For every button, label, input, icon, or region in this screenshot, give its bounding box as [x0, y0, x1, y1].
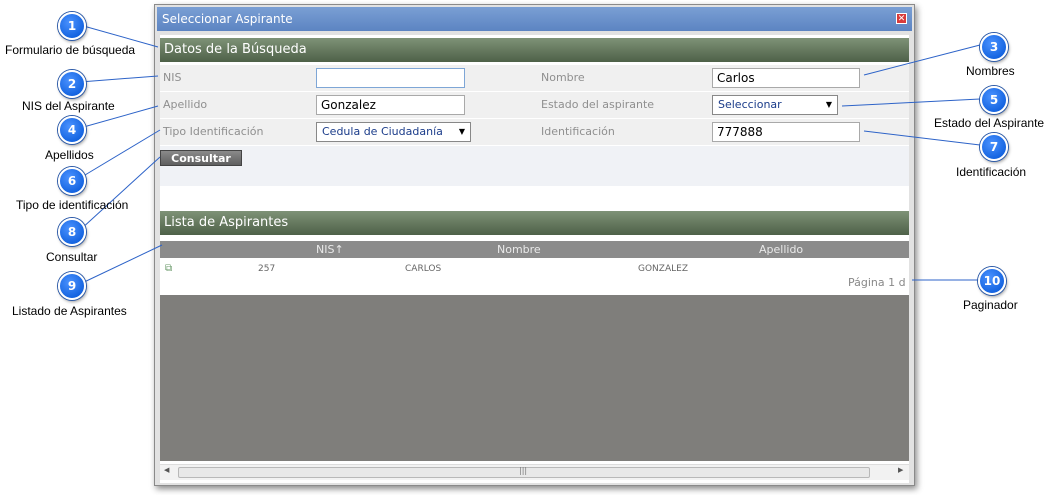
- callout-line-2: [79, 75, 159, 83]
- callout-text-4: Apellidos: [45, 148, 94, 162]
- paginator[interactable]: Página 1 d: [848, 275, 906, 291]
- callout-badge-4: 4: [58, 116, 86, 144]
- identificacion-input[interactable]: 777888: [712, 122, 860, 142]
- table-row[interactable]: ⧉ 257 CARLOS GONZALEZ: [160, 260, 909, 278]
- callout-badge-9: 9: [58, 272, 86, 300]
- column-header-nis[interactable]: NIS↑: [316, 241, 344, 258]
- horizontal-scrollbar[interactable]: ◀ ||| ▶: [160, 464, 909, 480]
- nis-input[interactable]: [316, 68, 465, 88]
- row-nombre-cell: CARLOS: [405, 264, 442, 274]
- form-row-1: NIS Nombre Carlos: [160, 65, 909, 92]
- button-bar: Consultar: [160, 146, 909, 186]
- callout-text-3: Nombres: [966, 64, 1015, 78]
- list-section-header: Lista de Aspirantes: [160, 211, 909, 235]
- form-row-2: Apellido Gonzalez Estado del aspirante S…: [160, 92, 909, 119]
- dropdown-arrow-icon: ▼: [825, 100, 832, 109]
- estado-select[interactable]: Seleccionar ▼: [712, 95, 838, 115]
- search-section-header: Datos de la Búsqueda: [160, 38, 909, 62]
- apellido-label: Apellido: [163, 98, 208, 111]
- dropdown-arrow-icon: ▼: [458, 127, 465, 136]
- callout-text-9: Listado de Aspirantes: [12, 304, 127, 318]
- select-row-icon[interactable]: ⧉: [165, 260, 172, 278]
- estado-label: Estado del aspirante: [541, 98, 655, 111]
- close-icon[interactable]: ✕: [896, 13, 907, 24]
- estado-selected-value: Seleccionar: [718, 98, 782, 111]
- dialog-window: Seleccionar Aspirante ✕ Datos de la Búsq…: [154, 4, 915, 486]
- apellido-input[interactable]: Gonzalez: [316, 95, 465, 115]
- callout-text-6: Tipo de identificación: [16, 198, 129, 212]
- form-row-3: Tipo Identificación Cedula de Ciudadanía…: [160, 119, 909, 146]
- callout-badge-10: 10: [978, 267, 1006, 295]
- tipo-id-label: Tipo Identificación: [163, 125, 264, 138]
- callout-text-8: Consultar: [46, 250, 98, 264]
- row-nis-cell: 257: [258, 264, 276, 274]
- consultar-button[interactable]: Consultar: [160, 150, 242, 166]
- scrollbar-grip-icon: |||: [519, 466, 528, 475]
- callout-badge-2: 2: [58, 70, 86, 98]
- scroll-right-icon[interactable]: ▶: [898, 466, 903, 474]
- callout-text-7: Identificación: [956, 165, 1027, 179]
- table-header: NIS↑ Nombre Apellido: [160, 241, 909, 258]
- callout-badge-7: 7: [980, 133, 1008, 161]
- row-apellido-cell: GONZALEZ: [638, 264, 688, 274]
- callout-line-8: [79, 156, 161, 231]
- tipo-id-selected-value: Cedula de Ciudadanía: [322, 125, 443, 138]
- callout-badge-3: 3: [980, 33, 1008, 61]
- callout-badge-1: 1: [58, 12, 86, 40]
- callout-text-5: Estado del Aspirante: [934, 116, 1045, 130]
- empty-grid-area: [160, 295, 909, 461]
- callout-badge-6: 6: [58, 167, 86, 195]
- tipo-id-select[interactable]: Cedula de Ciudadanía ▼: [316, 122, 471, 142]
- callout-text-1: Formulario de búsqueda: [5, 43, 136, 57]
- nis-label: NIS: [163, 71, 182, 84]
- window-title: Seleccionar Aspirante: [162, 12, 293, 26]
- dialog-content: Datos de la Búsqueda NIS Nombre Carlos A…: [160, 35, 909, 483]
- column-header-nombre[interactable]: Nombre: [497, 241, 541, 258]
- identificacion-label: Identificación: [541, 125, 615, 138]
- window-titlebar[interactable]: Seleccionar Aspirante ✕: [157, 7, 912, 31]
- callout-text-2: NIS del Aspirante: [22, 99, 115, 113]
- scroll-left-icon[interactable]: ◀: [164, 466, 169, 474]
- column-header-apellido[interactable]: Apellido: [759, 241, 803, 258]
- nombre-input[interactable]: Carlos: [712, 68, 860, 88]
- callout-badge-8: 8: [58, 218, 86, 246]
- callout-badge-5: 5: [980, 86, 1008, 114]
- nombre-label: Nombre: [541, 71, 585, 84]
- callout-text-10: Paginador: [963, 298, 1018, 312]
